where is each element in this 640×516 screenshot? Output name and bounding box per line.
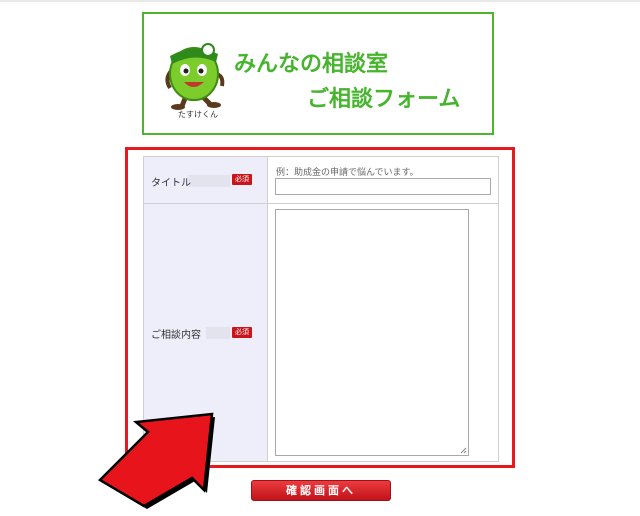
title-hint: 例：助成金の申請で悩んでいます。 <box>276 168 419 178</box>
required-badge: 必須 <box>232 174 252 185</box>
required-badge: 必須 <box>232 327 252 338</box>
content-textarea[interactable] <box>275 209 469 456</box>
content-label: ご相談内容 <box>151 330 201 341</box>
mascot-name: たすけくん <box>178 110 218 119</box>
red-pointer-arrow-icon <box>97 412 215 509</box>
banner-title-line2: ご相談フォーム <box>307 87 461 112</box>
top-divider <box>0 0 640 2</box>
row-divider <box>144 203 498 204</box>
title-label: タイトル <box>151 178 191 189</box>
label-shade <box>188 175 230 187</box>
resize-grip-icon[interactable] <box>460 447 467 454</box>
header-banner: たすけくん みんなの相談室 ご相談フォーム <box>142 12 494 135</box>
confirm-button[interactable]: 確認画面へ <box>251 480 391 501</box>
banner-title-line1: みんなの相談室 <box>234 52 389 77</box>
label-shade <box>206 327 230 339</box>
title-input[interactable] <box>275 178 491 195</box>
mascot-icon <box>165 43 225 110</box>
